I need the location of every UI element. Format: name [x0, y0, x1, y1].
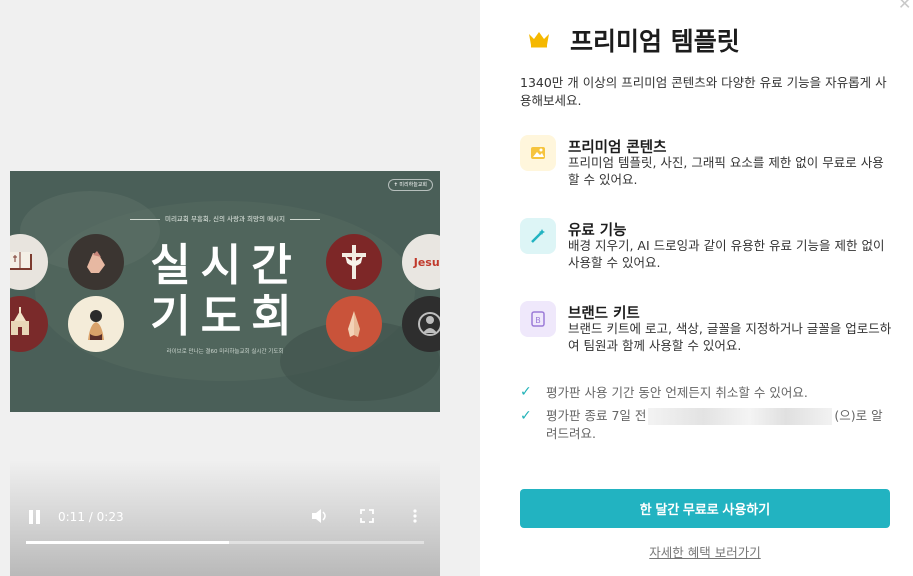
duration: 0:23 [96, 510, 124, 524]
praying-hands-icon [68, 234, 124, 290]
check-cancel-anytime: 평가판 사용 기간 동안 언제든지 취소할 수 있어요. [546, 385, 808, 400]
feature-paid-functions: 유료 기능 배경 지우기, AI 드로잉과 같이 유용한 유료 기능을 제한 없… [520, 218, 892, 278]
video-progress-fill [26, 541, 229, 544]
svg-text:B: B [535, 316, 541, 325]
cross-icon [326, 234, 382, 290]
more-options-icon[interactable] [412, 508, 418, 528]
fullscreen-icon[interactable] [359, 508, 375, 528]
feature-description: 프리미엄 템플릿, 사진, 그래픽 요소를 제한 없이 무료로 사용할 수 있어… [568, 155, 884, 187]
video-progress-bar[interactable] [26, 541, 424, 544]
brand-kit-icon: B [520, 301, 556, 337]
close-icon[interactable]: ✕ [898, 0, 911, 13]
slide-church-badge: ✝ 미리하늘교회 [387, 179, 433, 191]
crown-icon [527, 30, 551, 52]
image-icon [520, 135, 556, 171]
pause-icon[interactable] [28, 510, 40, 524]
dialog-title: 프리미엄 템플릿 [570, 27, 740, 56]
check-icon: ✓ [520, 384, 532, 400]
magic-wand-icon [520, 218, 556, 254]
feature-description: 브랜드 키트에 로고, 색상, 글꼴을 지정하거나 글꼴을 업로드하여 팀원과 … [568, 321, 892, 353]
view-benefits-link[interactable]: 자세한 혜택 보러가기 [520, 542, 890, 561]
current-time: 0:11 [58, 510, 85, 524]
slide-title-line2: 기도회 [150, 291, 302, 342]
video-controls: 0:11 / 0:23 [10, 460, 440, 576]
feature-brand-kit: B 브랜드 키트 브랜드 키트에 로고, 색상, 글꼴을 지정하거나 글꼴을 업… [520, 301, 892, 361]
praying-woman-icon [68, 296, 124, 352]
redacted-email [648, 408, 833, 425]
slide-title-line1: 실시간 [150, 240, 302, 291]
check-icon: ✓ [520, 408, 532, 424]
free-trial-button[interactable]: 한 달간 무료로 사용하기 [520, 489, 890, 528]
jesus-text: Jesus [413, 255, 440, 269]
prayer-hands-icon [326, 296, 382, 352]
time-separator: / [88, 510, 93, 524]
check-trial-reminder: 평가판 종료 7일 전 (으)로 알려드려요. [546, 407, 894, 443]
feature-premium-content: 프리미엄 콘텐츠 프리미엄 템플릿, 사진, 그래픽 요소를 제한 없이 무료로… [520, 135, 892, 195]
slide-subtitle: 미리교회 부흥회, 신의 사랑과 희망의 메시지 [10, 213, 440, 223]
reminder-text-before: 평가판 종료 7일 전 [546, 408, 647, 423]
video-panel: ✝ 미리하늘교회 미리교회 부흥회, 신의 사랑과 희망의 메시지 Jesus … [0, 0, 480, 576]
feature-description: 배경 지우기, AI 드로잉과 같이 유용한 유료 기능을 제한 없이 사용할 … [568, 238, 885, 270]
dialog-intro: 1340만 개 이상의 프리미엄 콘텐츠와 다양한 유료 기능을 자유롭게 사용… [520, 75, 887, 108]
video-frame[interactable]: ✝ 미리하늘교회 미리교회 부흥회, 신의 사랑과 희망의 메시지 Jesus … [10, 171, 440, 412]
video-time: 0:11 / 0:23 [58, 510, 124, 524]
volume-icon[interactable] [310, 508, 328, 528]
slide-description: 라이브로 만나는 결60 미리하늘교회 실시간 기도회 [166, 349, 284, 355]
